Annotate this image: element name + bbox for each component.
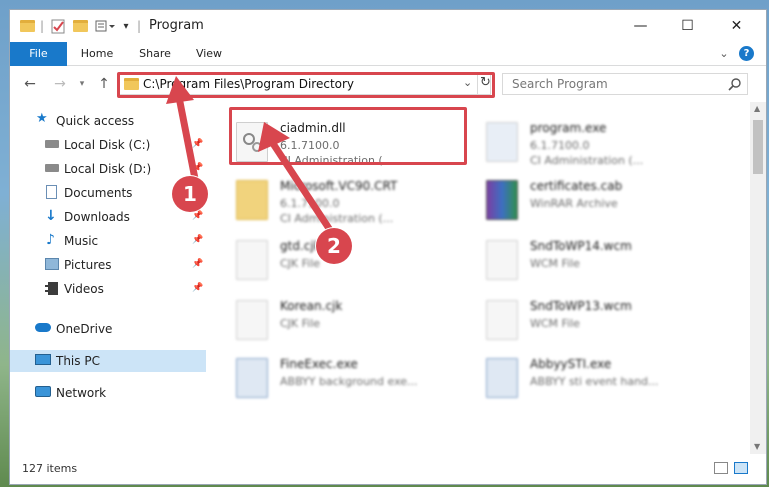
sidebar-item-label: Local Disk (D:) — [64, 162, 152, 176]
download-icon: ↓ — [45, 208, 57, 224]
properties-icon[interactable] — [50, 17, 66, 35]
sidebar-item-pictures[interactable]: Pictures 📌 — [10, 254, 206, 276]
file-type: WCM File — [530, 317, 580, 330]
sidebar-item-this-pc[interactable]: This PC — [10, 350, 206, 372]
window-title: Program — [149, 18, 204, 33]
file-name: FineExec.exe — [280, 357, 358, 371]
archive-icon — [486, 180, 518, 220]
up-arrow-icon[interactable]: ↑ — [94, 75, 114, 93]
forward-arrow-icon[interactable]: → — [50, 75, 70, 93]
details-view-icon[interactable] — [714, 462, 728, 474]
customize-toolbar-icon[interactable] — [94, 17, 118, 35]
sidebar-item-label: Pictures — [64, 258, 112, 272]
search-placeholder: Search Program — [512, 77, 608, 91]
quick-access-dropdown-icon[interactable]: ▾ — [120, 17, 132, 35]
exe-file-icon — [236, 358, 268, 398]
sidebar-item-onedrive[interactable]: OneDrive — [10, 318, 206, 340]
file-type: ABBYY sti event hand... — [530, 375, 659, 388]
back-arrow-icon[interactable]: ← — [20, 75, 40, 93]
pin-icon: 📌 — [192, 283, 204, 293]
vertical-scrollbar[interactable]: ▲ ▼ — [750, 102, 766, 454]
file-name: SndToWP13.wcm — [530, 299, 632, 313]
file-name: SndToWP14.wcm — [530, 239, 632, 253]
pin-icon: 📌 — [192, 235, 204, 245]
scroll-up-icon[interactable]: ▲ — [754, 104, 760, 113]
file-item[interactable]: program.exe 6.1.7100.0 CI Administration… — [482, 116, 722, 168]
sidebar-item-label: Downloads — [64, 210, 130, 224]
file-item[interactable]: AbbyySTI.exe ABBYY sti event hand... — [482, 352, 722, 404]
monitor-icon — [35, 354, 51, 365]
file-name: AbbyySTI.exe — [530, 357, 612, 371]
search-input[interactable]: Search Program — [502, 73, 748, 95]
star-icon: ★ — [36, 111, 48, 126]
sidebar-item-label: Videos — [64, 282, 104, 296]
maximize-button[interactable]: ☐ — [665, 10, 710, 42]
file-item[interactable]: Korean.cjk CJK File — [232, 294, 472, 346]
tab-share[interactable]: Share — [132, 42, 178, 66]
sidebar-item-network[interactable]: Network — [10, 382, 206, 404]
tab-home[interactable]: Home — [74, 42, 120, 66]
generic-file-icon — [486, 240, 518, 280]
drive-icon — [45, 140, 59, 148]
file-item[interactable]: SndToWP14.wcm WCM File — [482, 234, 722, 286]
title-bar: | ▾ | Program — ☐ ✕ — [10, 10, 766, 42]
explorer-window: | ▾ | Program — ☐ ✕ File Home Share View… — [9, 9, 767, 485]
new-folder-icon[interactable] — [72, 17, 88, 35]
separator: | — [39, 19, 45, 33]
sidebar-item-label: Local Disk (C:) — [64, 138, 151, 152]
file-version: 6.1.7100.0 — [530, 139, 590, 152]
search-icon[interactable] — [728, 78, 741, 91]
file-item[interactable]: FineExec.exe ABBYY background exe... — [232, 352, 472, 404]
file-name: certificates.cab — [530, 179, 623, 193]
file-name: program.exe — [530, 121, 607, 135]
minimize-button[interactable]: — — [618, 10, 663, 42]
generic-file-icon — [486, 300, 518, 340]
help-icon[interactable]: ? — [739, 46, 754, 61]
scrollbar-thumb[interactable] — [753, 120, 763, 174]
documents-icon — [46, 185, 57, 199]
large-icons-view-icon[interactable] — [734, 462, 748, 474]
file-description: CI Administration (... — [530, 154, 644, 167]
exe-file-icon — [486, 122, 518, 162]
annotation-badge-1: 1 — [172, 176, 208, 212]
sidebar-item-label: OneDrive — [56, 322, 113, 336]
status-bar: 127 items — [10, 454, 766, 484]
pictures-icon — [45, 258, 59, 270]
file-type: CJK File — [280, 257, 321, 270]
sidebar-item-label: Documents — [64, 186, 133, 200]
file-name: Korean.cjk — [280, 299, 343, 313]
generic-file-icon — [236, 300, 268, 340]
sidebar-item-label: This PC — [56, 354, 100, 368]
ribbon: File Home Share View ⌄ ? — [10, 42, 766, 66]
sidebar-item-videos[interactable]: Videos 📌 — [10, 278, 206, 300]
tab-file[interactable]: File — [10, 42, 67, 66]
recent-locations-icon[interactable]: ▾ — [72, 75, 92, 93]
separator: | — [136, 19, 142, 33]
folder-icon — [19, 17, 35, 35]
sidebar-item-label: Music — [64, 234, 99, 248]
videos-icon — [45, 282, 58, 295]
cloud-icon — [35, 323, 51, 332]
drive-icon — [45, 164, 59, 172]
file-type: WCM File — [530, 257, 580, 270]
music-icon: ♪ — [46, 232, 55, 248]
sidebar-item-label: Network — [56, 386, 107, 400]
scroll-down-icon[interactable]: ▼ — [754, 442, 760, 451]
sidebar-item-label: Quick access — [56, 114, 135, 128]
file-item[interactable]: certificates.cab WinRAR Archive — [482, 174, 722, 226]
file-type: ABBYY background exe... — [280, 375, 418, 388]
tab-view[interactable]: View — [186, 42, 232, 66]
exe-file-icon — [486, 358, 518, 398]
chevron-down-icon[interactable]: ⌄ — [716, 42, 732, 66]
close-button[interactable]: ✕ — [714, 10, 759, 42]
annotation-badge-2: 2 — [316, 228, 352, 264]
file-type: WinRAR Archive — [530, 197, 618, 210]
network-icon — [35, 386, 51, 397]
sidebar-item-music[interactable]: ♪ Music 📌 — [10, 230, 206, 252]
file-type: CJK File — [280, 317, 321, 330]
pin-icon: 📌 — [192, 259, 204, 269]
file-item[interactable]: SndToWP13.wcm WCM File — [482, 294, 722, 346]
item-count: 127 items — [22, 462, 78, 475]
